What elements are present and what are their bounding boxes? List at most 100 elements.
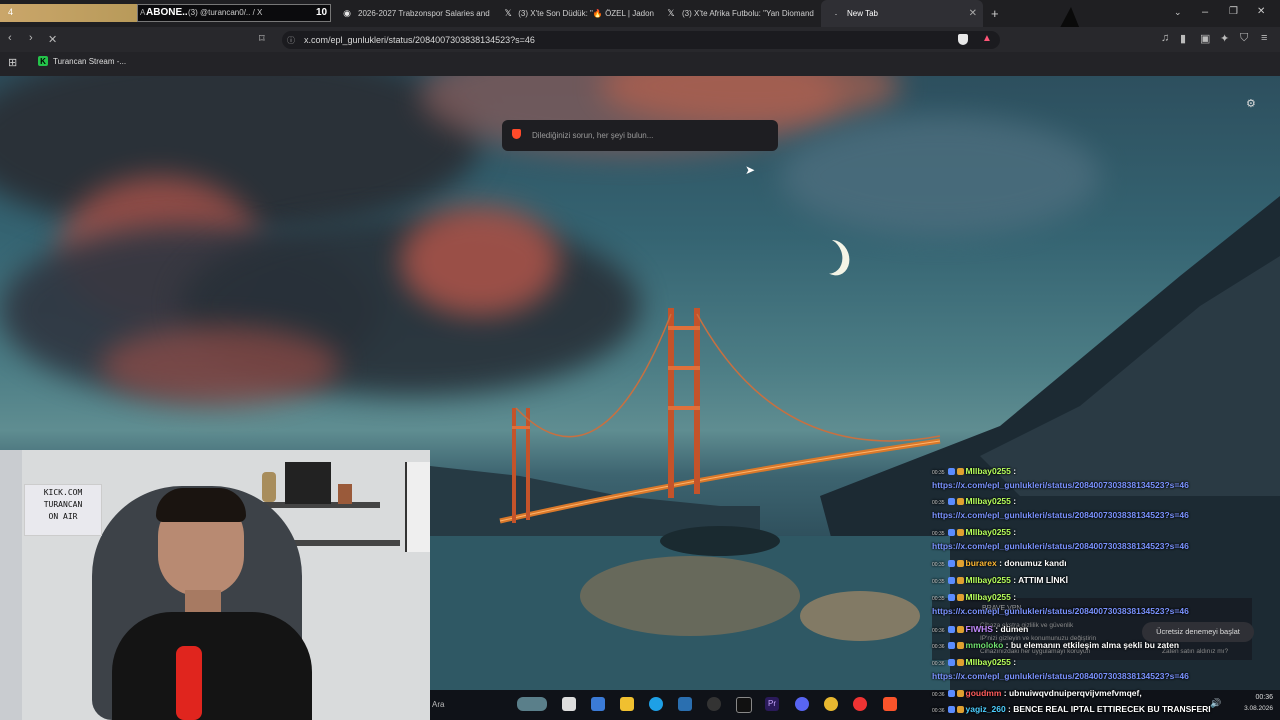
brave-logo-icon: [512, 129, 521, 139]
search-placeholder[interactable]: Dilediğinizi sorun, her şeyi bulun...: [532, 131, 653, 140]
brave-rewards-icon[interactable]: ▲: [982, 33, 992, 44]
apps-grid-icon[interactable]: ⊞: [8, 56, 17, 69]
chat-message: 00:35 MIlbay0255 :: [932, 592, 1016, 602]
url-text[interactable]: x.com/epl_gunlukleri/status/208400730383…: [304, 35, 535, 45]
chat-link[interactable]: https://x.com/epl_gunlukleri/status/2084…: [932, 510, 1189, 520]
chat-separator: :: [1010, 496, 1017, 506]
chat-message: 00:36 FIWHS : dümen: [932, 624, 1028, 634]
chat-message: https://x.com/epl_gunlukleri/status/2084…: [932, 671, 1189, 681]
tab-label: New Tab: [847, 9, 878, 18]
app-icon[interactable]: [678, 697, 692, 711]
brave-taskbar-icon[interactable]: [883, 697, 897, 711]
subscriber-badge-icon: [947, 706, 955, 714]
microphone: [176, 646, 202, 720]
taskbar-date[interactable]: 3.08.2026: [1230, 705, 1273, 712]
music-icon[interactable]: ♫: [1161, 32, 1169, 44]
bookmark-label: Turancan Stream -...: [53, 56, 127, 66]
tab-afrika-futbolu[interactable]: 𝕏 (3) X'te Afrika Futbolu: "Yan Diomand: [656, 0, 816, 27]
edge-icon[interactable]: [649, 697, 663, 711]
premiere-icon[interactable]: Pr: [765, 697, 779, 711]
taskbar-search[interactable]: Ara: [430, 694, 520, 716]
brave-shields-icon[interactable]: [958, 34, 968, 45]
chat-username[interactable]: mmoloko: [966, 640, 1004, 650]
chat-username[interactable]: MIlbay0255: [966, 496, 1011, 506]
chrome-icon[interactable]: [824, 697, 838, 711]
volume-icon[interactable]: 🔊: [1210, 698, 1221, 709]
chat-time: 00:35: [932, 579, 945, 585]
widgets-icon[interactable]: [517, 697, 547, 711]
chat-message: 00:35 MIlbay0255 :: [932, 496, 1016, 506]
chat-username[interactable]: MIlbay0255: [966, 466, 1011, 476]
stop-loading-icon[interactable]: ✕: [48, 33, 57, 46]
sidebar-icon[interactable]: ▮: [1180, 32, 1186, 45]
leo-ai-icon[interactable]: ✦: [1220, 32, 1229, 45]
subscriber-badge-icon: [947, 659, 955, 667]
tab-label: (3) X'te Son Düdük: "🔥 ÖZEL | Jadon: [518, 9, 654, 18]
vpn-icon[interactable]: ⛉: [1240, 32, 1248, 45]
chat-message: 00:36 MIlbay0255 :: [932, 657, 1016, 667]
close-tab-icon[interactable]: ✕: [969, 8, 977, 19]
chat-time: 00:36: [932, 692, 945, 698]
bookmark-turancan-stream[interactable]: K Turancan Stream -...: [38, 56, 126, 66]
chat-time: 00:35: [932, 500, 945, 506]
overlay-aa: A: [140, 8, 146, 17]
discord-icon[interactable]: [795, 697, 809, 711]
menu-icon[interactable]: ≡: [1261, 32, 1267, 44]
overlay-handle: (3) @turancan0/.. / X: [188, 8, 263, 17]
chat-message: 00:35 MIlbay0255 :: [932, 527, 1016, 537]
taskbar-clock[interactable]: 00:36: [1243, 694, 1273, 701]
gift-badge-icon: [956, 468, 964, 476]
task-view-icon[interactable]: [562, 697, 576, 711]
chat-username[interactable]: burarex: [966, 558, 997, 568]
close-window-icon[interactable]: ✕: [1257, 6, 1265, 17]
forward-icon[interactable]: ›: [29, 32, 33, 44]
minimize-icon[interactable]: –: [1202, 6, 1208, 18]
chat-message: 00:35 burarex : donumuz kandı: [932, 558, 1067, 568]
chat-username[interactable]: FIWHS: [966, 624, 993, 634]
tab-search-chevron-icon[interactable]: ⌄: [1174, 7, 1182, 18]
subscriber-badge-icon: [947, 626, 955, 634]
chat-username[interactable]: MIlbay0255: [966, 657, 1011, 667]
chat-link[interactable]: https://x.com/epl_gunlukleri/status/2084…: [932, 671, 1189, 681]
mouse-cursor-icon: ➤: [745, 163, 756, 177]
chat-separator: :: [1003, 640, 1011, 650]
subscriber-badge-icon: [947, 560, 955, 568]
capcut-icon[interactable]: [736, 697, 752, 713]
app-red-icon[interactable]: [853, 697, 867, 711]
taskbar-search-label: Ara: [432, 700, 445, 709]
tab-new-tab[interactable]: · New Tab ✕: [821, 0, 983, 27]
chat-message: 00:36 yagiz_260 : BENCE REAL IPTAL ETTIRE…: [932, 704, 1211, 714]
chat-username[interactable]: goudmm: [966, 688, 1002, 698]
store-icon[interactable]: [591, 697, 605, 711]
obs-icon[interactable]: [707, 697, 721, 711]
chat-time: 00:36: [932, 708, 945, 714]
bookmark-icon[interactable]: ⌑: [259, 32, 265, 45]
subscriber-badge-icon: [947, 498, 955, 506]
chat-username[interactable]: MIlbay0255: [966, 527, 1011, 537]
chat-text: BENCE REAL IPTAL ETTIRECEK BU TRANSFERI: [1013, 704, 1211, 714]
tab-trabzonspor[interactable]: ◉ 2026-2027 Trabzonspor Salaries and: [332, 0, 492, 27]
tab-son-duduk[interactable]: 𝕏 (3) X'te Son Düdük: "🔥 ÖZEL | Jadon: [494, 0, 655, 27]
chat-username[interactable]: yagiz_260: [966, 704, 1006, 714]
chat-link[interactable]: https://x.com/epl_gunlukleri/status/2084…: [932, 606, 1189, 616]
x-icon: 𝕏: [667, 8, 675, 18]
subscriber-badge-icon: [947, 594, 955, 602]
subscriber-badge-icon: [947, 642, 955, 650]
back-icon[interactable]: ‹: [8, 32, 12, 44]
restore-icon[interactable]: ❐: [1229, 6, 1238, 17]
site-info-icon[interactable]: ⓘ: [287, 35, 295, 46]
gift-badge-icon: [956, 529, 964, 537]
chat-message: https://x.com/epl_gunlukleri/status/2084…: [932, 480, 1189, 490]
chat-link[interactable]: https://x.com/epl_gunlukleri/status/2084…: [932, 480, 1189, 490]
file-explorer-icon[interactable]: [620, 697, 634, 711]
new-tab-plus-icon[interactable]: +: [991, 6, 999, 21]
vpn-trial-button[interactable]: Ücretsiz denemeyi başlat: [1142, 622, 1254, 642]
overlay-left-number: 4: [8, 7, 14, 17]
gift-badge-icon: [956, 659, 964, 667]
wallet-icon[interactable]: ▣: [1200, 32, 1210, 45]
settings-gear-icon[interactable]: ⚙: [1246, 97, 1256, 110]
overlay-abone-label: ABONE..: [146, 7, 188, 18]
chat-username[interactable]: MIlbay0255: [966, 575, 1011, 585]
chat-username[interactable]: MIlbay0255: [966, 592, 1011, 602]
chat-link[interactable]: https://x.com/epl_gunlukleri/status/2084…: [932, 541, 1189, 551]
